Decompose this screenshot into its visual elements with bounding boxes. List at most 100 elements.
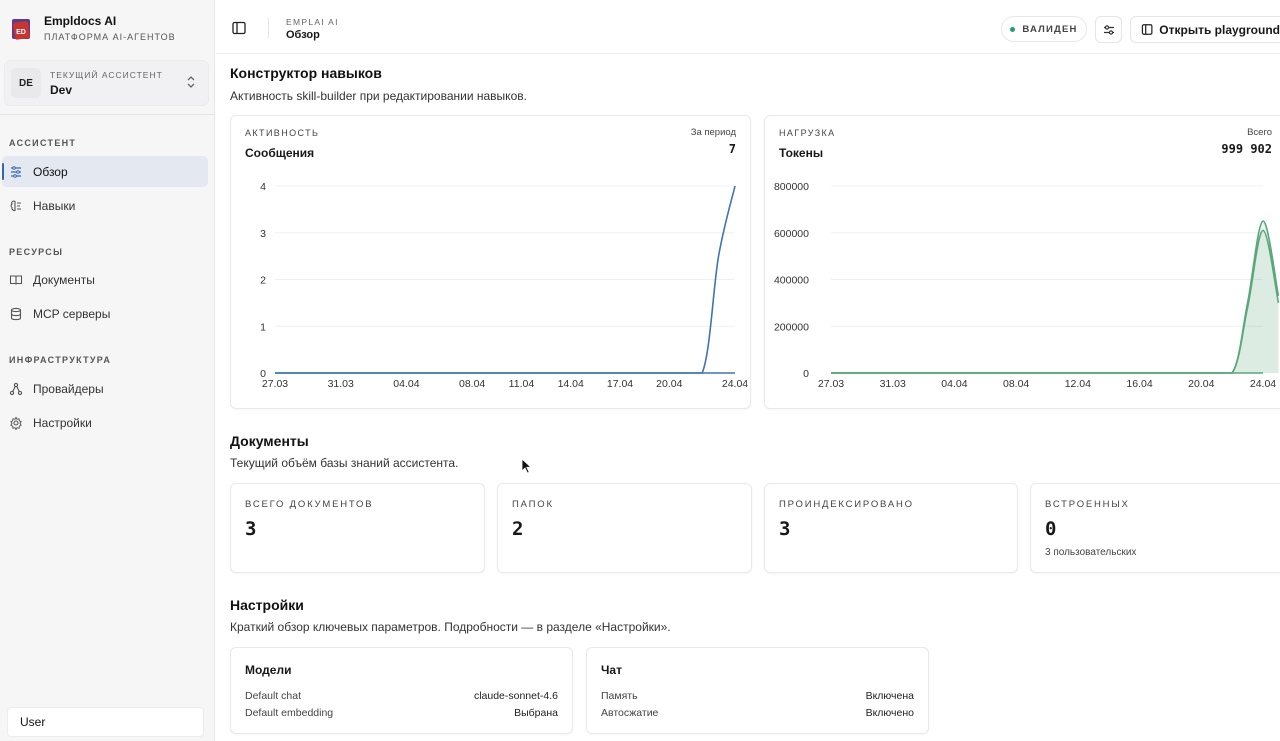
y-tick-label: 600000 [774,228,809,240]
setting-label: Default embedding [245,707,334,719]
user-menu[interactable]: User [7,707,204,737]
stat-caption: ВСТРОЕННЫХ [1045,499,1130,510]
open-playground-button[interactable]: Открыть playground [1130,16,1280,43]
filters-button[interactable] [1095,16,1122,43]
stat-value: 0 [1045,518,1057,540]
x-tick-label: 04.04 [941,378,967,390]
settings-section-subtitle: Краткий обзор ключевых параметров. Подро… [230,620,671,634]
brand-title: Empldocs AI [44,14,117,28]
chevron-updown-icon [187,76,195,88]
brand-subtitle: ПЛАТФОРМА AI-АГЕНТОВ [44,32,176,42]
stat-card-folders: ПАПОК 2 [497,483,752,573]
y-tick-label: 800000 [774,181,809,193]
sidebar-toggle-icon[interactable] [230,19,248,37]
sidebar-item-documents[interactable]: Документы [2,264,208,295]
top-header: EMPLAI AI Обзор ВАЛИДЕН Открыть playgrou… [216,0,1280,54]
assistant-avatar: DE [11,68,41,98]
x-tick-label: 24.04 [1250,378,1276,390]
mouse-cursor-icon [521,458,533,474]
y-tick-label: 4 [260,181,266,193]
documents-section-subtitle: Текущий объём базы знаний ассистента. [230,456,459,470]
skills-section-title: Конструктор навыков [230,65,382,81]
logo-icon: ED [12,19,30,40]
stat-caption: ПРОИНДЕКСИРОВАНО [779,499,914,510]
skills-section-subtitle: Активность skill-builder при редактирова… [230,89,527,103]
svg-text:ED: ED [16,29,26,36]
sidebar-item-label: Документы [33,272,95,287]
x-tick-label: 08.04 [459,378,485,390]
sidebar-item-label: Навыки [33,198,76,213]
x-tick-label: 24.04 [722,378,748,390]
section-title-assistant: АССИСТЕНТ [9,138,77,148]
y-tick-label: 1 [260,321,266,333]
setting-value: Включено [865,707,914,719]
settings-section-title: Настройки [230,597,304,613]
stat-note: 3 пользовательских [1045,547,1137,558]
status-dot-icon [1010,26,1016,32]
x-tick-label: 11.04 [509,378,535,390]
sidebar-item-label: MCP серверы [33,306,111,321]
chat-card-title: Чат [601,663,622,677]
setting-label: Автосжатие [601,707,659,719]
header-divider [268,18,269,38]
models-settings-card: Модели Default chat claude-sonnet-4.6 De… [230,647,573,734]
status-badge: ВАЛИДЕН [1001,16,1087,42]
stat-caption: ВСЕГО ДОКУМЕНТОВ [245,499,374,510]
stat-card-total-documents: ВСЕГО ДОКУМЕНТОВ 3 [230,483,485,573]
assistant-switcher[interactable]: DE ТЕКУЩИЙ АССИСТЕНТ Dev [4,60,209,106]
sidebar-item-label: Провайдеры [33,381,104,396]
sidebar-item-providers[interactable]: Провайдеры [2,373,208,404]
section-title-infrastructure: ИНФРАСТРУКТУРА [9,355,112,365]
panel-icon [1141,24,1153,35]
setting-value: Выбрана [514,707,558,719]
section-title-resources: РЕСУРСЫ [9,247,64,257]
x-tick-label: 12.04 [1065,378,1091,390]
status-badge-label: ВАЛИДЕН [1022,23,1078,35]
y-tick-label: 0 [803,368,809,380]
assistant-name: Dev [50,82,73,97]
setting-value: Включена [865,690,914,702]
series-line [830,229,1280,374]
series-line [830,220,1280,374]
network-icon [9,382,23,395]
activity-chart: 0123427.03 31.03 04.04 08.04 11.04 14.04 17.04… [260,181,748,390]
database-icon [10,307,22,320]
page-title: Обзор [286,29,320,41]
x-tick-label: 20.04 [1188,378,1214,390]
chat-settings-card: Чат Память Включена Автосжатие Включено [586,647,929,734]
sidebar-item-skills[interactable]: Навыки [2,190,208,221]
setting-label: Память [601,690,638,702]
sidebar-item-label: Настройки [33,415,92,430]
stat-value: 2 [512,518,524,540]
sidebar-item-mcp-servers[interactable]: MCP серверы [2,298,208,329]
sidebar-item-label: Обзор [33,164,68,179]
x-tick-label: 31.03 [880,378,906,390]
x-tick-label: 17.04 [607,378,633,390]
sidebar-item-overview[interactable]: Обзор [2,156,208,187]
assistant-label: ТЕКУЩИЙ АССИСТЕНТ [50,69,163,80]
sliders-icon [1103,24,1114,35]
models-card-title: Модели [245,663,292,677]
load-chart: 0 200000 400000 600000 800000 27.03 31.03 04.04… [774,181,1280,390]
load-chart-card: НАГРУЗКА Токены Всего 999 902 0 200000 400… [764,115,1280,409]
x-tick-label: 14.04 [558,378,584,390]
stat-card-embedded: ВСТРОЕННЫХ 0 3 пользовательских [1030,483,1280,573]
documents-section-title: Документы [230,433,309,449]
series-area [831,221,1279,373]
brand[interactable]: ED Empldocs AI ПЛАТФОРМА AI-АГЕНТОВ [10,14,176,42]
setting-value: claude-sonnet-4.6 [473,690,558,702]
y-tick-label: 2 [260,275,266,287]
stat-caption: ПАПОК [512,499,554,510]
x-tick-label: 31.03 [328,378,354,390]
sidebar: ED Empldocs AI ПЛАТФОРМА AI-АГЕНТОВ DE Т… [0,0,215,741]
setting-label: Default chat [245,690,302,702]
x-tick-label: 20.04 [656,378,682,390]
book-icon [9,274,23,285]
x-tick-label: 04.04 [393,378,419,390]
stat-value: 3 [245,518,257,540]
sidebar-divider [0,114,215,115]
series-area [831,230,1279,373]
breadcrumb: EMPLAI AI [286,17,339,27]
sidebar-item-settings[interactable]: Настройки [2,407,208,438]
x-tick-label: 27.03 [818,378,844,390]
